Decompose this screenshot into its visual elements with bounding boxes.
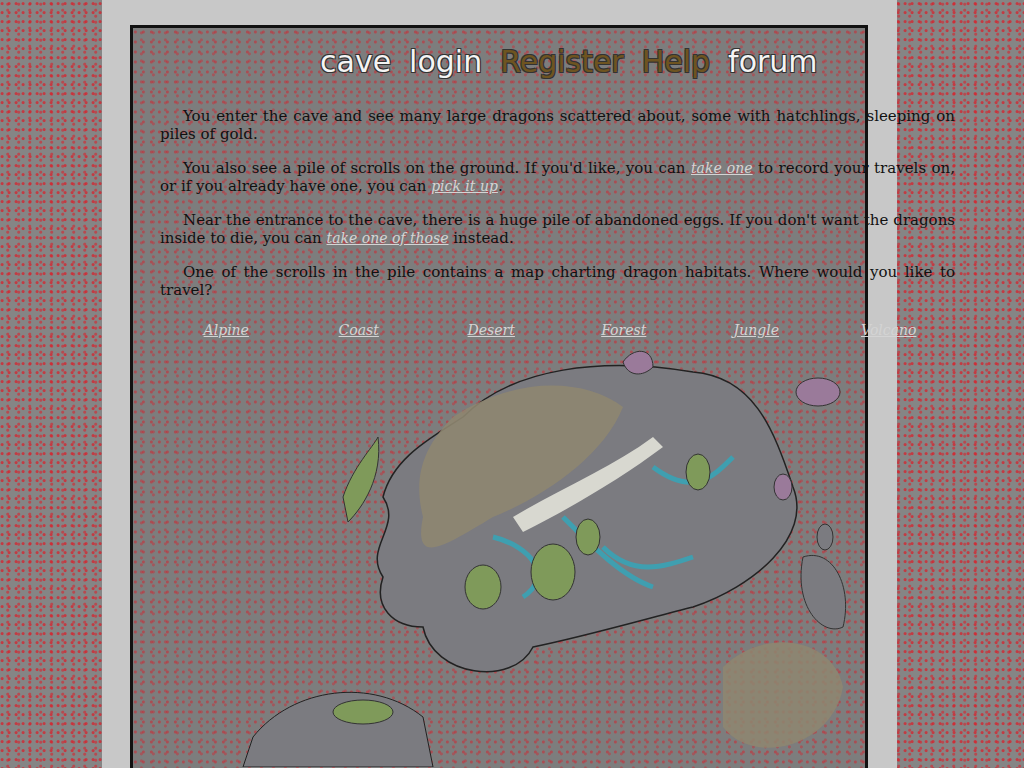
island bbox=[817, 524, 833, 550]
paragraph: Near the entrance to the cave, there is … bbox=[160, 211, 955, 247]
island bbox=[801, 555, 846, 628]
habitat-link[interactable]: Forest bbox=[558, 321, 691, 339]
nav-bar: cave login Register Help forum bbox=[133, 28, 865, 80]
west-island bbox=[343, 437, 379, 522]
forest-region bbox=[686, 454, 710, 490]
content-column: caveloginRegisterHelpforumYou enter the … bbox=[102, 0, 897, 768]
habitat-link[interactable]: Jungle bbox=[690, 321, 823, 339]
nav-link[interactable]: forum bbox=[728, 44, 818, 79]
action-link[interactable]: take one bbox=[691, 160, 753, 176]
forest-region bbox=[531, 544, 575, 600]
page: cave login Register Help forum You enter the … bbox=[0, 0, 1024, 768]
island bbox=[796, 378, 840, 406]
nav-link[interactable]: Register bbox=[500, 44, 624, 79]
action-link[interactable]: pick it up bbox=[431, 178, 498, 194]
nav-link[interactable]: cave bbox=[320, 44, 391, 79]
habitat-map bbox=[133, 347, 928, 767]
paragraph: You enter the cave and see many large dr… bbox=[160, 107, 955, 143]
south-land bbox=[243, 692, 433, 767]
habitat-link[interactable]: Alpine bbox=[160, 321, 293, 339]
island bbox=[774, 474, 792, 500]
volcano-region bbox=[623, 351, 653, 374]
habitat-link[interactable]: Volcano bbox=[823, 321, 956, 339]
forest-region bbox=[333, 700, 393, 724]
habitat-links: AlpineCoastDesertForestJungleVolcano bbox=[160, 321, 955, 339]
story-text: You enter the cave and see many large dr… bbox=[160, 80, 955, 339]
habitat-link[interactable]: Desert bbox=[425, 321, 558, 339]
paragraph: You also see a pile of scrolls on the gr… bbox=[160, 159, 955, 195]
mountain-ridge bbox=[513, 437, 663, 532]
cave-panel: caveloginRegisterHelpforumYou enter the … bbox=[130, 25, 868, 768]
habitat-link[interactable]: Coast bbox=[293, 321, 426, 339]
forest-region bbox=[465, 565, 501, 609]
mainland bbox=[377, 366, 797, 672]
paragraph: One of the scrolls in the pile contains … bbox=[160, 263, 955, 299]
east-desert bbox=[723, 642, 843, 747]
forest-region bbox=[576, 519, 600, 555]
nav-link[interactable]: login bbox=[409, 44, 482, 79]
nav-link[interactable]: Help bbox=[642, 44, 710, 79]
action-link[interactable]: take one of those bbox=[327, 230, 449, 246]
